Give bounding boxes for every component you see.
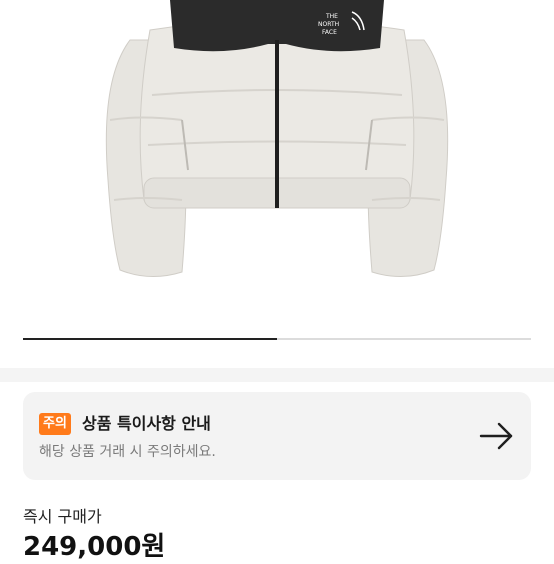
carousel-indicator-active bbox=[23, 338, 277, 340]
svg-text:NORTH: NORTH bbox=[318, 21, 339, 28]
product-image: THE NORTH FACE bbox=[105, 0, 449, 278]
svg-text:THE: THE bbox=[325, 13, 338, 20]
arrow-right-icon[interactable] bbox=[477, 420, 517, 452]
product-image-area[interactable]: THE NORTH FACE bbox=[0, 0, 554, 368]
svg-text:FACE: FACE bbox=[322, 29, 337, 36]
section-divider bbox=[0, 368, 554, 382]
price-value: 249,000원 bbox=[23, 532, 166, 562]
notice-description: 해당 상품 거래 시 주의하세요. bbox=[39, 444, 216, 460]
price-label: 즉시 구매가 bbox=[23, 507, 102, 526]
notice-title: 상품 특이사항 안내 bbox=[82, 414, 211, 433]
caution-badge: 주의 bbox=[39, 413, 71, 435]
notice-card[interactable]: 주의 상품 특이사항 안내 해당 상품 거래 시 주의하세요. bbox=[23, 392, 531, 480]
carousel-indicator bbox=[23, 338, 531, 340]
